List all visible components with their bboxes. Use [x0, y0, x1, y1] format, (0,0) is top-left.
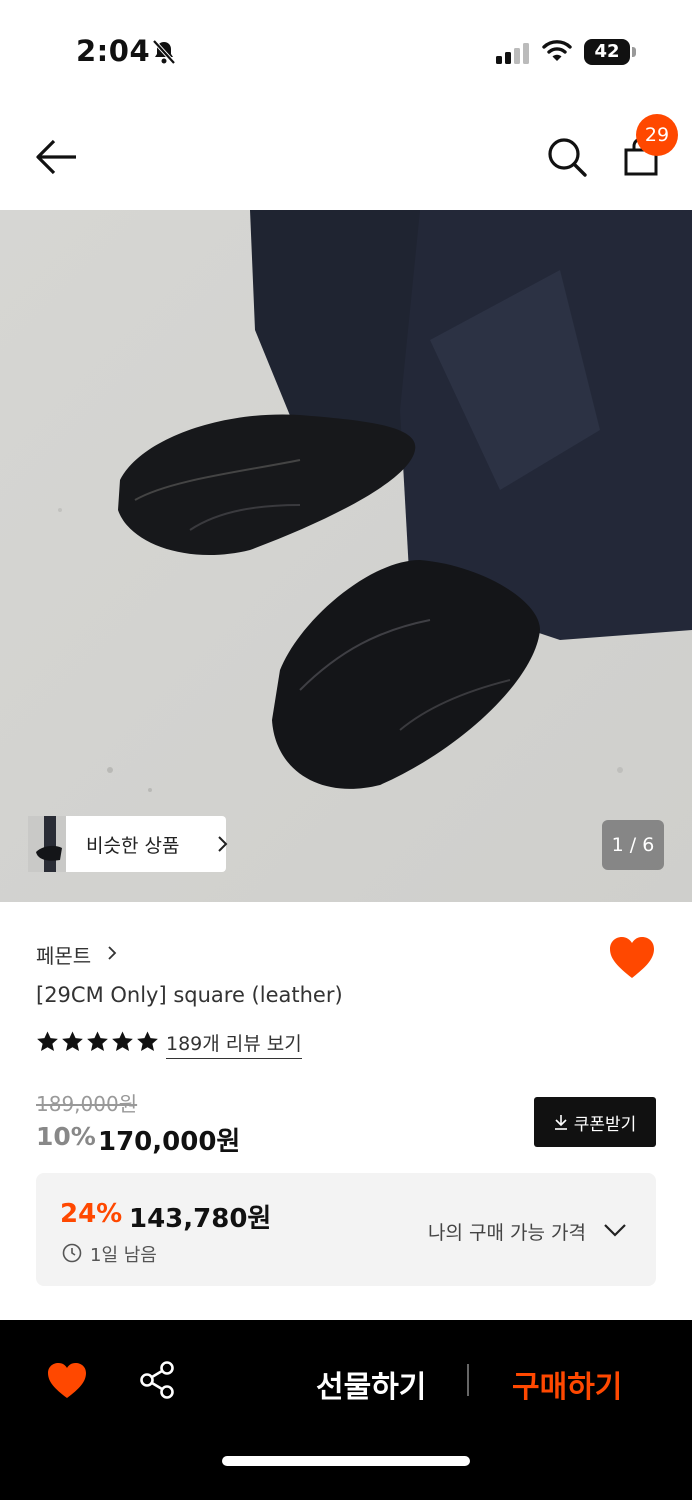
image-counter: 1 / 6 — [602, 820, 664, 870]
cart-count-badge: 29 — [636, 114, 678, 156]
rating-stars — [36, 1030, 161, 1056]
search-icon[interactable] — [544, 134, 590, 180]
home-indicator — [222, 1456, 470, 1466]
clock-icon — [62, 1243, 82, 1263]
divider — [467, 1364, 469, 1396]
similar-products-button[interactable]: 비슷한 상품 — [28, 816, 228, 872]
time-left: 1일 남음 — [90, 1245, 157, 1266]
chevron-down-icon — [604, 1224, 626, 1237]
star-icon — [137, 1031, 158, 1051]
my-discount-rate: 24% — [60, 1199, 123, 1229]
battery-icon: 42 — [584, 39, 636, 65]
product-image[interactable] — [0, 210, 692, 902]
back-arrow-icon[interactable] — [30, 134, 80, 180]
status-time: 2:04 — [76, 34, 151, 68]
heart-icon[interactable] — [46, 1362, 88, 1400]
similar-products-label: 비슷한 상품 — [86, 835, 180, 857]
product-photo — [0, 210, 692, 902]
share-icon[interactable] — [138, 1360, 176, 1400]
my-price-label: 나의 구매 가능 가격 — [428, 1222, 586, 1244]
original-price: 189,000원 — [36, 1092, 138, 1116]
chevron-right-icon — [108, 946, 117, 960]
cellular-signal-icon — [496, 43, 529, 64]
my-price: 143,780원 — [129, 1204, 272, 1234]
star-icon — [112, 1031, 133, 1051]
wifi-icon — [542, 40, 572, 61]
review-link[interactable]: 189개 리뷰 보기 — [166, 1029, 302, 1059]
coupon-button[interactable]: 쿠폰받기 — [534, 1097, 656, 1147]
product-title: [29CM Only] square (leather) — [36, 983, 343, 1007]
download-icon — [554, 1115, 567, 1130]
gift-button[interactable]: 선물하기 — [316, 1362, 426, 1406]
heart-icon[interactable] — [608, 936, 656, 980]
star-icon — [62, 1031, 83, 1051]
bell-muted-icon — [152, 39, 176, 65]
chevron-right-icon — [218, 836, 228, 852]
buy-button[interactable]: 구매하기 — [512, 1362, 622, 1406]
status-bar: 2:04 42 — [0, 0, 692, 100]
top-nav: 29 — [0, 100, 692, 210]
brand-link[interactable]: 페몬트 — [36, 940, 91, 969]
star-icon — [37, 1031, 58, 1051]
bottom-action-bar: 선물하기 구매하기 — [0, 1320, 692, 1500]
sale-price: 170,000원 — [98, 1127, 241, 1157]
similar-thumbnail — [28, 816, 66, 872]
my-price-box[interactable]: 24% 143,780원 1일 남음 나의 구매 가능 가격 — [36, 1173, 656, 1286]
discount-rate: 10% — [36, 1122, 96, 1151]
star-icon — [87, 1031, 108, 1051]
coupon-label: 쿠폰받기 — [573, 1114, 637, 1135]
